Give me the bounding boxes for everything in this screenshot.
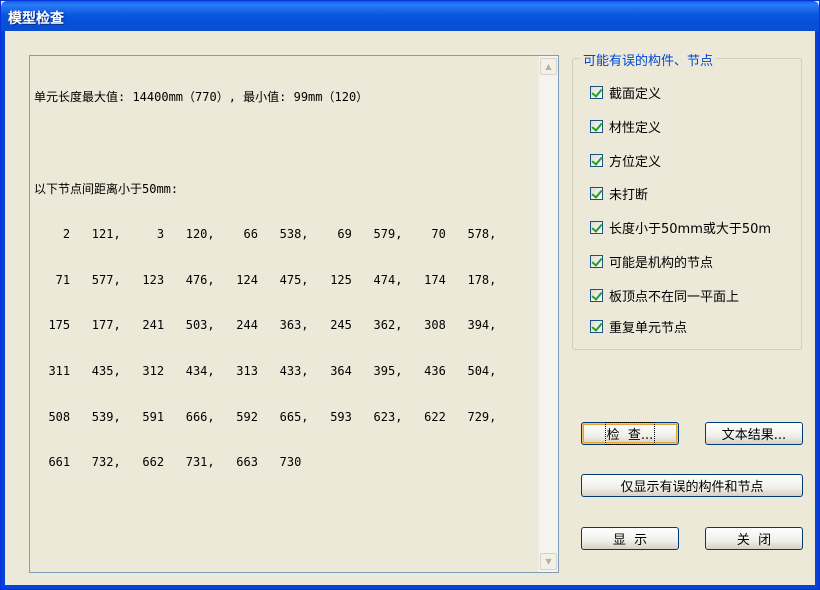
title-bar[interactable]: 模型检查 — [1, 1, 819, 31]
checkbox-checked-icon[interactable] — [590, 119, 603, 133]
checkbox-label: 未打断 — [609, 187, 649, 203]
checkbox-label: 截面定义 — [609, 86, 662, 102]
checkbox-length-range[interactable]: 长度小于50mm或大于50m — [590, 218, 772, 237]
window-frame-left — [1, 31, 5, 589]
checkbox-checked-icon[interactable] — [590, 153, 603, 167]
show-errors-only-button-label: 仅显示有误的构件和节点 — [620, 480, 764, 495]
checkbox-checked-icon[interactable] — [590, 319, 603, 333]
checkbox-checked-icon[interactable] — [590, 254, 603, 268]
close-button-label: 关 闭 — [736, 533, 772, 548]
checkbox-material-definition[interactable]: 材性定义 — [590, 117, 662, 136]
checkbox-section-definition[interactable]: 截面定义 — [590, 83, 662, 102]
text-results-button[interactable]: 文本结果... — [705, 422, 803, 445]
result-line: 311 435, 312 434, 313 433, 364 395, 436 … — [34, 364, 497, 379]
close-button[interactable]: 关 闭 — [705, 527, 803, 550]
text-results-button-label: 文本结果... — [721, 428, 787, 443]
checkbox-mechanism-nodes[interactable]: 可能是机构的节点 — [590, 252, 714, 271]
result-line: 单元长度最大值: 14400mm（770）, 最小值: 99mm（120） — [34, 90, 369, 105]
model-check-dialog: 模型检查 单元长度最大值: 14400mm（770）, 最小值: 99mm（12… — [0, 0, 820, 590]
checkbox-label: 重复单元节点 — [609, 320, 688, 336]
show-errors-only-button[interactable]: 仅显示有误的构件和节点 — [581, 474, 803, 497]
check-button[interactable]: 检 查... — [581, 422, 679, 445]
window-frame-right — [815, 31, 819, 589]
checkbox-checked-icon[interactable] — [590, 85, 603, 99]
window-frame-bottom — [1, 585, 819, 589]
checkbox-checked-icon[interactable] — [590, 288, 603, 302]
result-line: 661 732, 662 731, 663 730 — [34, 455, 302, 470]
checkbox-orientation-definition[interactable]: 方位定义 — [590, 151, 662, 170]
display-button-label: 显 示 — [612, 533, 648, 548]
check-button-label: 检 查... — [604, 422, 656, 445]
results-text-content: 单元长度最大值: 14400mm（770）, 最小值: 99mm（120） 以下… — [34, 60, 536, 568]
scroll-up-icon[interactable]: ▲ — [540, 58, 557, 75]
window-title: 模型检查 — [8, 11, 64, 27]
checkbox-checked-icon[interactable] — [590, 186, 603, 200]
results-text-area[interactable]: 单元长度最大值: 14400mm（770）, 最小值: 99mm（120） 以下… — [29, 55, 559, 573]
result-line: 175 177, 241 503, 244 363, 245 362, 308 … — [34, 318, 497, 333]
result-line: 以下节点间距离小于50mm: — [34, 181, 179, 196]
checkbox-checked-icon[interactable] — [590, 220, 603, 234]
checkbox-plate-vertices-plane[interactable]: 板顶点不在同一平面上 — [590, 286, 740, 305]
checkbox-duplicate-nodes[interactable]: 重复单元节点 — [590, 317, 688, 336]
checkbox-label: 长度小于50mm或大于50m — [609, 221, 772, 237]
result-line: 2 121, 3 120, 66 538, 69 579, 70 578, — [34, 227, 497, 242]
error-items-groupbox — [572, 58, 802, 350]
groupbox-title: 可能有误的构件、节点 — [580, 50, 717, 69]
result-line: 508 539, 591 666, 592 665, 593 623, 622 … — [34, 409, 497, 424]
checkbox-label: 方位定义 — [609, 154, 662, 170]
result-line — [34, 136, 536, 151]
checkbox-label: 板顶点不在同一平面上 — [609, 289, 740, 305]
result-line: 71 577, 123 476, 124 475, 125 474, 174 1… — [34, 272, 497, 287]
checkbox-label: 材性定义 — [609, 120, 662, 136]
checkbox-label: 可能是机构的节点 — [609, 255, 714, 271]
checkbox-not-split[interactable]: 未打断 — [590, 184, 649, 203]
scroll-down-icon[interactable]: ▼ — [540, 553, 557, 570]
display-button[interactable]: 显 示 — [581, 527, 679, 550]
vertical-scrollbar[interactable]: ▲ ▼ — [538, 56, 558, 572]
